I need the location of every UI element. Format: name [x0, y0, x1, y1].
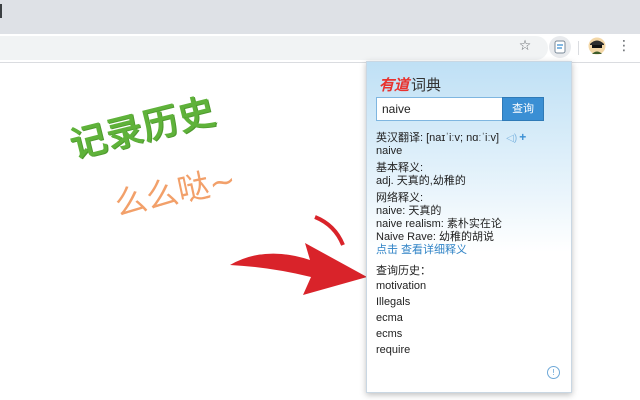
promo-title: 记录历史 — [66, 90, 220, 167]
detail-link[interactable]: 点击 查看详细释义 — [376, 244, 566, 257]
logo-suffix: 词典 — [411, 76, 442, 94]
promo-subtitle: 么么哒~ — [111, 160, 240, 224]
address-bar[interactable] — [0, 36, 548, 60]
youdao-extension-icon[interactable] — [549, 36, 571, 58]
more-vert-icon[interactable]: ⋮ — [617, 37, 631, 55]
star-icon[interactable]: ☆ — [516, 37, 534, 55]
history-item[interactable]: motivation — [376, 278, 566, 294]
search-input[interactable] — [376, 97, 508, 121]
history-label: 查询历史： — [376, 265, 431, 277]
tab-strip — [0, 0, 640, 34]
web-definition: naive realism: 素朴实在论 — [376, 218, 502, 230]
profile-avatar-icon[interactable] — [588, 37, 606, 55]
search-button[interactable]: 查询 — [502, 97, 544, 121]
logo-brand: 有道 — [379, 76, 410, 94]
history-section: 查询历史： motivation Illegals ecma ecms requ… — [376, 265, 566, 358]
youdao-logo: 有道 词典 — [379, 74, 441, 94]
info-icon[interactable]: ! — [547, 366, 560, 379]
toolbar-separator — [578, 41, 579, 55]
result-word: naive — [376, 145, 403, 157]
history-item[interactable]: require — [376, 342, 566, 358]
result-content: 英汉翻译: [naɪˈiːv; nɑːˈiːv] ◁) + naive 基本释义:… — [376, 131, 566, 358]
add-wordbook-icon[interactable]: + — [519, 130, 526, 144]
basic-definition: adj. 天真的,幼稚的 — [376, 175, 466, 187]
translation-row: 英汉翻译: [naɪˈiːv; nɑːˈiːv] ◁) + — [376, 131, 566, 145]
web-label: 网络释义: — [376, 192, 424, 204]
dictionary-popup: 有道词典 查询 英汉翻译: [naɪˈiːv; nɑːˈiːv] ◁)+ nai… — [366, 61, 572, 393]
basic-label: 基本释义: — [376, 162, 424, 174]
browser-toolbar: ☆ ⋮ — [0, 34, 640, 63]
history-item[interactable]: ecms — [376, 326, 566, 342]
web-definition: Naive Rave: 幼稚的胡说 — [376, 231, 494, 243]
tab-edge — [0, 4, 2, 18]
speaker-icon[interactable]: ◁) — [506, 132, 517, 145]
web-definition: naive: 天真的 — [376, 205, 442, 217]
translation-label: 英汉翻译: [naɪˈiːv; nɑːˈiːv] — [376, 132, 500, 144]
history-item[interactable]: ecma — [376, 310, 566, 326]
red-arrow-icon — [230, 215, 367, 295]
history-item[interactable]: Illegals — [376, 294, 566, 310]
